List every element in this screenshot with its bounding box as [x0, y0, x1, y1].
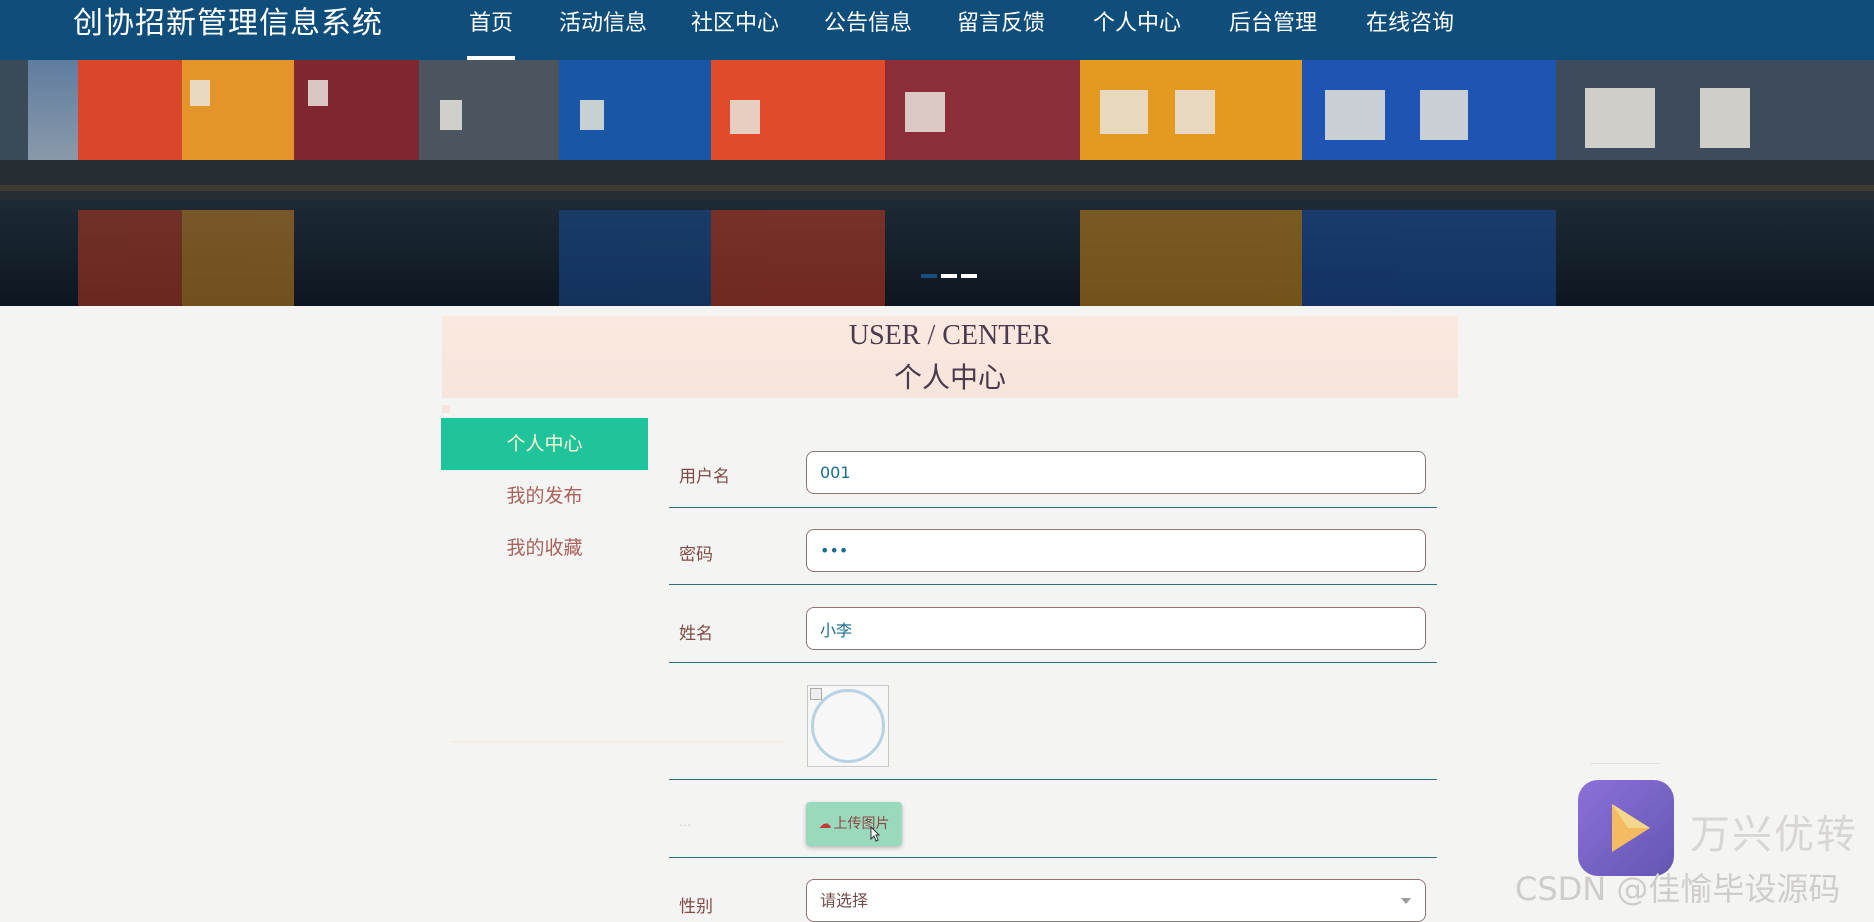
username-field[interactable]: [806, 451, 1426, 494]
nav-item-online-consult[interactable]: 在线咨询: [1366, 0, 1454, 60]
gender-label: 性别: [679, 897, 713, 917]
banner-carousel[interactable]: [0, 60, 1874, 306]
top-nav-bar: 创协招新管理信息系统 首页 活动信息 社区中心 公告信息 留言反馈 个人中心 后…: [0, 0, 1874, 60]
watermark-divider: [1590, 763, 1660, 764]
sidebar-item-user-center[interactable]: 个人中心: [441, 418, 648, 470]
carousel-dot-3[interactable]: [961, 274, 977, 278]
section-heading: USER / CENTER 个人中心: [442, 316, 1458, 398]
form-row-divider: [669, 507, 1437, 508]
nav-item-activities[interactable]: 活动信息: [559, 0, 647, 60]
mouse-cursor-icon: [870, 826, 880, 842]
nav-item-announcements[interactable]: 公告信息: [824, 0, 912, 60]
name-field[interactable]: [806, 607, 1426, 650]
password-field[interactable]: [806, 529, 1426, 572]
watermark-logo-icon: [1578, 780, 1674, 876]
nav-item-feedback[interactable]: 留言反馈: [957, 0, 1045, 60]
cloud-upload-icon: ☁: [818, 817, 832, 832]
nav-item-user-center[interactable]: 个人中心: [1093, 0, 1181, 60]
form-row-divider: [669, 662, 1437, 663]
upload-button-label: 上传图片: [833, 816, 890, 832]
gender-select[interactable]: 请选择: [806, 879, 1426, 922]
password-label: 密码: [679, 545, 713, 565]
sidebar-item-my-posts[interactable]: 我的发布: [441, 470, 648, 522]
avatar-ring: [811, 689, 885, 763]
heading-divider: [442, 405, 450, 413]
nav-item-admin[interactable]: 后台管理: [1229, 0, 1317, 60]
watermark-credit: CSDN @佳愉毕设源码: [1515, 870, 1841, 908]
nav-item-community[interactable]: 社区中心: [691, 0, 779, 60]
sidebar-item-my-favorites[interactable]: 我的收藏: [441, 522, 648, 574]
watermark-brand: 万兴优转: [1690, 812, 1858, 858]
chevron-down-icon: [1401, 898, 1411, 904]
nav-item-home[interactable]: 首页: [466, 0, 516, 60]
avatar-preview: [807, 685, 889, 767]
carousel-dot-1[interactable]: [921, 274, 937, 278]
carousel-dot-2[interactable]: [941, 274, 957, 278]
form-row-divider: [669, 779, 1437, 780]
form-row-divider: [669, 857, 1437, 858]
form-row-divider: [669, 584, 1437, 585]
section-title-cn: 个人中心: [893, 363, 1006, 394]
banner-image: [0, 60, 1874, 306]
gender-select-value: 请选择: [820, 891, 869, 910]
name-label: 姓名: [679, 624, 713, 644]
broken-image-icon: [810, 688, 822, 700]
sidebar-divider: [450, 741, 785, 743]
section-title-en: USER / CENTER: [848, 320, 1052, 351]
upload-image-button[interactable]: ☁ 上传图片: [806, 802, 902, 846]
site-title[interactable]: 创协招新管理信息系统: [73, 0, 383, 60]
upload-row-label: …: [679, 815, 691, 829]
username-label: 用户名: [679, 467, 730, 487]
